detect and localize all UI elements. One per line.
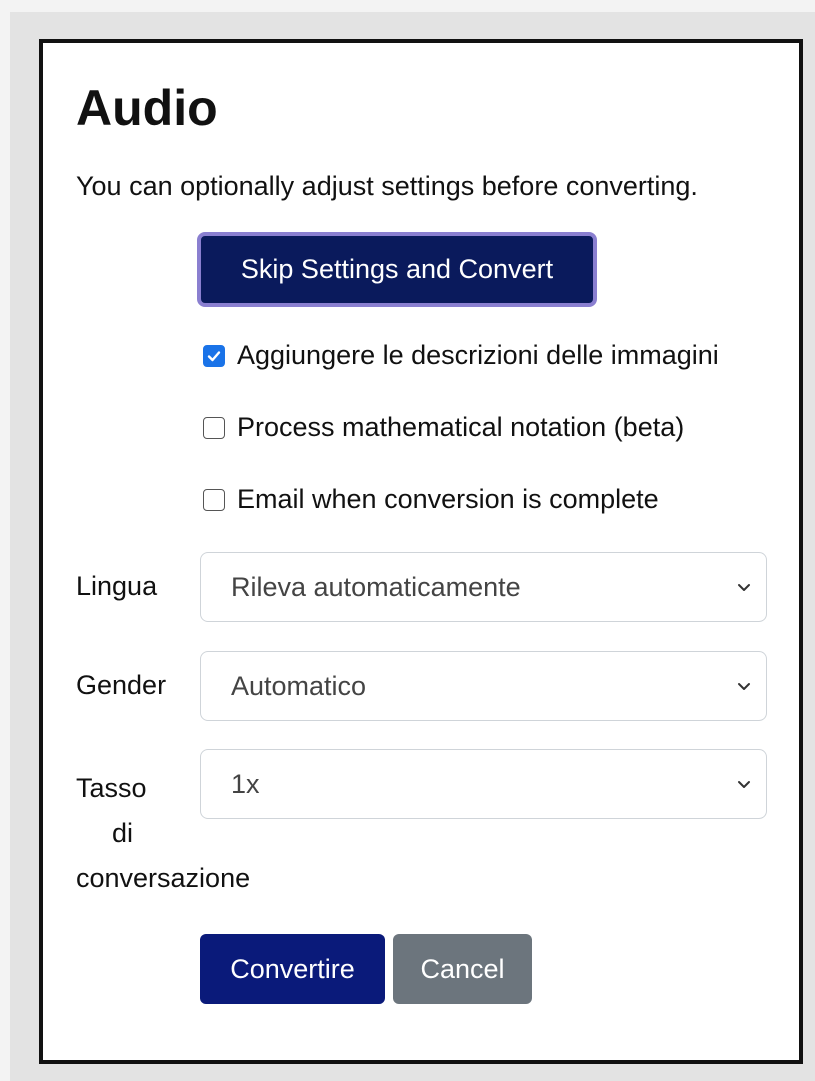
option-label: Aggiungere le descrizioni delle immagini xyxy=(237,340,719,370)
rate-label-line: conversazione xyxy=(76,863,251,893)
language-select[interactable]: Rileva automaticamente xyxy=(200,552,767,622)
dialog-subtitle: You can optionally adjust settings befor… xyxy=(76,171,698,201)
gender-select[interactable]: Automatico xyxy=(200,651,767,721)
option-label: Email when conversion is complete xyxy=(237,484,659,514)
language-select-value: Rileva automaticamente xyxy=(231,571,521,602)
rate-select-value: 1x xyxy=(231,768,260,799)
chevron-down-icon xyxy=(738,683,750,690)
convert-button[interactable]: Convertire xyxy=(200,934,385,1004)
gender-label: Gender xyxy=(76,670,167,700)
cancel-button[interactable]: Cancel xyxy=(393,934,532,1004)
option-image-descriptions[interactable]: Aggiungere le descrizioni delle immagini xyxy=(203,340,719,371)
chevron-down-icon xyxy=(738,584,750,591)
rate-select[interactable]: 1x xyxy=(200,749,767,819)
language-label: Lingua xyxy=(76,571,158,601)
checkbox-checked-icon[interactable] xyxy=(203,344,225,367)
audio-settings-dialog: Audio You can optionally adjust settings… xyxy=(39,39,803,1064)
chevron-down-icon xyxy=(738,781,750,788)
option-math-notation[interactable]: Process mathematical notation (beta) xyxy=(203,412,684,443)
option-email-notification[interactable]: Email when conversion is complete xyxy=(203,484,659,515)
gender-select-value: Automatico xyxy=(231,670,367,701)
dialog-title: Audio xyxy=(76,80,218,136)
checkbox-unchecked-icon[interactable] xyxy=(203,416,225,439)
skip-settings-button[interactable]: Skip Settings and Convert xyxy=(197,232,597,307)
checkbox-unchecked-icon[interactable] xyxy=(203,488,225,511)
option-label: Process mathematical notation (beta) xyxy=(237,412,685,442)
